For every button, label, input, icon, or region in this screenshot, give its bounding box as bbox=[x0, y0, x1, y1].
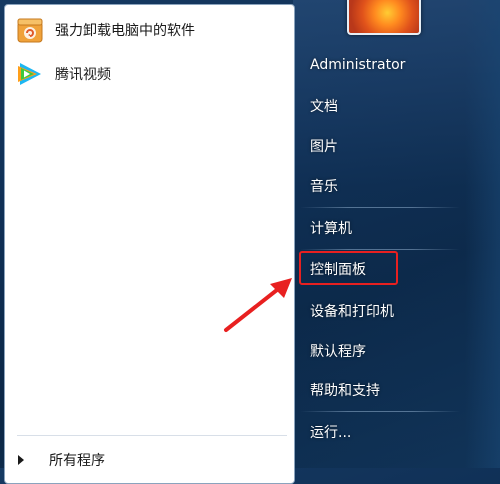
menu-item-help-support[interactable]: 帮助和支持 bbox=[310, 380, 380, 400]
menu-divider bbox=[300, 207, 460, 208]
menu-divider bbox=[300, 411, 460, 412]
all-programs-button[interactable]: 所有程序 bbox=[18, 450, 105, 470]
program-label: 腾讯视频 bbox=[55, 67, 111, 83]
menu-item-devices-printers[interactable]: 设备和打印机 bbox=[310, 301, 394, 321]
tencent-video-play-icon bbox=[15, 59, 45, 89]
red-pointer-arrow-icon bbox=[220, 272, 300, 341]
control-panel-highlight-box bbox=[299, 251, 398, 285]
start-menu-programs-panel: 强力卸载电脑中的软件 腾讯视频 bbox=[4, 4, 295, 484]
menu-item-documents[interactable]: 文档 bbox=[310, 96, 338, 116]
user-name-link[interactable]: Administrator bbox=[310, 57, 405, 73]
menu-item-computer[interactable]: 计算机 bbox=[310, 218, 352, 238]
menu-divider bbox=[300, 249, 460, 250]
program-item-uninstaller[interactable]: 强力卸载电脑中的软件 bbox=[15, 13, 195, 47]
program-label: 强力卸载电脑中的软件 bbox=[55, 23, 195, 39]
menu-item-music[interactable]: 音乐 bbox=[310, 176, 338, 196]
menu-item-pictures[interactable]: 图片 bbox=[310, 136, 338, 156]
menu-item-default-programs[interactable]: 默认程序 bbox=[310, 341, 366, 361]
start-menu-right-edge bbox=[465, 0, 500, 468]
all-programs-label: 所有程序 bbox=[49, 453, 105, 469]
program-item-tencent-video[interactable]: 腾讯视频 bbox=[15, 57, 111, 91]
uninstaller-box-icon bbox=[15, 15, 45, 45]
user-avatar[interactable] bbox=[347, 0, 421, 35]
expand-arrow-icon bbox=[18, 455, 24, 465]
programs-divider bbox=[17, 435, 287, 436]
menu-item-run[interactable]: 运行... bbox=[310, 422, 351, 442]
